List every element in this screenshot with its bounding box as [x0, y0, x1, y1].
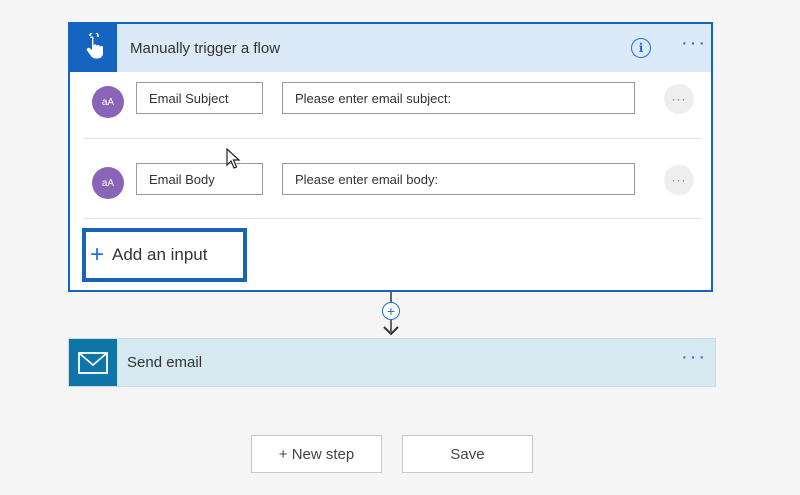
send-email-title: Send email: [127, 354, 203, 371]
input-row-email-body: aA Email Body Please enter email body: ·…: [84, 152, 701, 232]
input-row-email-subject: aA Email Subject Please enter email subj…: [84, 72, 701, 152]
text-input-type-icon: aA: [92, 86, 124, 118]
input-name-field[interactable]: Email Subject: [136, 82, 263, 114]
input-more-options-button[interactable]: ···: [664, 84, 694, 114]
plus-icon: +: [90, 241, 105, 268]
trigger-title: Manually trigger a flow: [130, 40, 281, 57]
trigger-card: Manually trigger a flow i ··· aA Email S…: [68, 22, 713, 292]
input-name-field[interactable]: Email Body: [136, 163, 263, 195]
add-input-button[interactable]: + Add an input: [90, 238, 207, 272]
input-description-field[interactable]: Please enter email subject:: [282, 82, 635, 114]
arrow-down-icon: [383, 326, 399, 336]
trigger-header[interactable]: Manually trigger a flow i ···: [70, 24, 711, 72]
row-divider: [84, 138, 701, 139]
info-icon[interactable]: i: [631, 38, 651, 58]
save-button[interactable]: Save: [402, 435, 533, 473]
action-more-options-icon[interactable]: ···: [681, 347, 707, 367]
insert-step-icon[interactable]: +: [382, 302, 400, 320]
text-input-type-icon: aA: [92, 167, 124, 199]
new-step-button[interactable]: + New step: [251, 435, 382, 473]
add-input-highlight: + Add an input: [82, 228, 247, 282]
input-more-options-button[interactable]: ···: [664, 165, 694, 195]
mouse-pointer-icon: [226, 148, 241, 169]
input-description-field[interactable]: Please enter email body:: [282, 163, 635, 195]
mail-icon: [69, 339, 117, 386]
send-email-card[interactable]: Send email ···: [68, 338, 716, 387]
row-divider: [84, 218, 701, 219]
add-input-label: Add an input: [112, 245, 208, 264]
touch-icon: [70, 24, 117, 72]
trigger-more-options-icon[interactable]: ···: [681, 33, 707, 53]
